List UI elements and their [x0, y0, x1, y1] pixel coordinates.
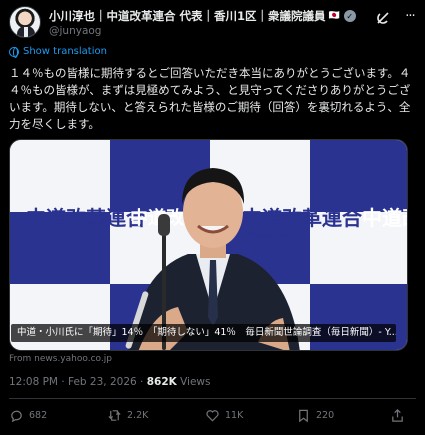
author-name[interactable]: 小川淳也｜中道改革連合 代表｜香川1区｜衆議院議員 — [49, 8, 326, 24]
tweet-text: １４％もの皆様に期待するとご回答いただき本当にありがとうございます。４４％もの皆… — [9, 66, 411, 131]
more-icon[interactable]: ··· — [402, 10, 418, 26]
bookmark-icon — [299, 409, 308, 423]
show-translation-link[interactable]: Show translation — [9, 46, 107, 58]
microphone-head — [158, 214, 170, 236]
tweet-timestamp[interactable]: 12:08 PM · Feb 23, 2026 · — [9, 376, 147, 388]
views-count: 862K — [146, 376, 177, 388]
repost-count: 2.2K — [127, 410, 149, 421]
link-source[interactable]: From news.yahoo.co.jp — [9, 354, 112, 364]
bookmark-button[interactable]: 220 — [296, 408, 334, 423]
reply-count: 682 — [29, 410, 48, 421]
like-count: 11K — [225, 410, 244, 421]
divider — [9, 398, 416, 399]
repost-button[interactable]: 2.2K — [107, 408, 148, 423]
tweet-meta: 12:08 PM · Feb 23, 2026 · 862K Views — [9, 376, 211, 388]
avatar-shirt — [24, 27, 28, 37]
reply-button[interactable]: 682 — [9, 408, 47, 423]
show-translation-label: Show translation — [23, 46, 107, 57]
share-button[interactable] — [390, 408, 405, 423]
repost-icon — [108, 410, 121, 421]
tweet-media-image[interactable]: 中道改革連合 中道改革連合 中道改革連合 中道改革連合 Centrist Ref… — [9, 139, 408, 351]
like-button[interactable]: 11K — [205, 408, 243, 423]
speaker-figure — [128, 168, 300, 350]
author-name-line[interactable]: 小川淳也｜中道改革連合 代表｜香川1区｜衆議院議員 🇯🇵 ✓ — [49, 8, 356, 24]
tweet-header: 小川淳也｜中道改革連合 代表｜香川1区｜衆議院議員 🇯🇵 ✓ @junyaog … — [9, 6, 416, 40]
bookmark-count: 220 — [316, 410, 335, 421]
action-bar: 682 2.2K 11K 220 — [9, 408, 416, 428]
views-label: Views — [176, 376, 211, 388]
share-icon — [392, 409, 403, 422]
backdrop-logo-right: 中道改革連合 — [362, 206, 407, 230]
flag-emoji: 🇯🇵 — [328, 11, 340, 21]
author-handle[interactable]: @junyaog — [49, 25, 101, 37]
avatar[interactable] — [9, 6, 41, 38]
globe-icon — [9, 46, 19, 58]
media-caption: 中道・小川氏に「期待」14％ 「期待しない」41％ 毎日新聞世論調査（毎日新聞）… — [11, 324, 396, 342]
reply-icon — [11, 410, 22, 423]
verified-badge-icon: ✓ — [343, 10, 356, 22]
grok-icon[interactable] — [375, 10, 391, 26]
heart-icon — [206, 410, 219, 422]
